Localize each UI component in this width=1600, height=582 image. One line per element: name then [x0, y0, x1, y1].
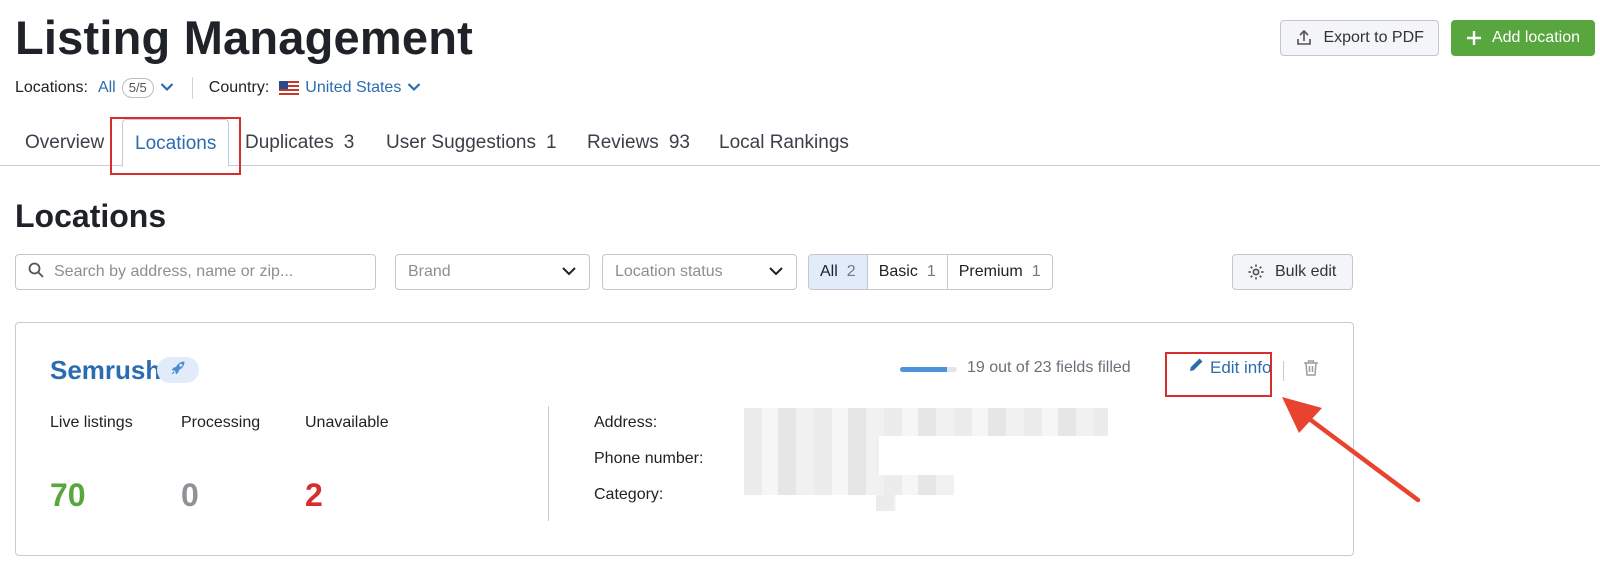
- tab-label: Overview: [25, 132, 105, 153]
- fields-filled-text: 19 out of 23 fields filled: [967, 359, 1131, 376]
- edit-info-button[interactable]: Edit info: [1188, 357, 1271, 378]
- brand-select[interactable]: Brand: [395, 254, 590, 290]
- stat-label-live-listings: Live listings: [50, 414, 133, 431]
- locations-filter-dropdown[interactable]: All 5/5: [98, 78, 174, 98]
- country-filter-dropdown[interactable]: United States: [279, 79, 421, 97]
- filter-separator: [191, 77, 193, 99]
- add-location-label: Add location: [1491, 29, 1580, 46]
- address-label: Address:: [594, 414, 658, 431]
- section-title: Locations: [15, 198, 167, 234]
- segment-count: 1: [926, 263, 936, 280]
- chevron-down-icon: [768, 263, 784, 281]
- segment-label: Premium: [958, 263, 1023, 280]
- search-input[interactable]: [54, 263, 354, 281]
- stat-label-processing: Processing: [181, 414, 261, 431]
- segment-basic[interactable]: Basic 1: [866, 255, 947, 289]
- tab-label: User Suggestions: [386, 132, 536, 153]
- chevron-down-icon: [407, 79, 421, 97]
- tab-count: 1: [545, 132, 557, 153]
- location-name-link[interactable]: Semrush: [50, 355, 161, 386]
- us-flag-icon: [279, 81, 300, 95]
- segment-count: 1: [1031, 263, 1041, 280]
- segment-premium[interactable]: Premium 1: [946, 255, 1052, 289]
- search-icon: [28, 262, 44, 283]
- location-status-placeholder: Location status: [615, 263, 723, 280]
- tab-overview[interactable]: Overview: [25, 119, 104, 166]
- chevron-down-icon: [160, 79, 174, 97]
- tab-label: Locations: [135, 133, 217, 154]
- export-pdf-button[interactable]: Export to PDF: [1280, 20, 1439, 56]
- phone-value-redacted: [744, 436, 879, 476]
- header-actions: Export to PDF Add location: [1280, 20, 1595, 56]
- rocket-icon: [170, 360, 186, 381]
- phone-label: Phone number:: [594, 450, 704, 467]
- plan-filter-segmented-control: All 2 Basic 1 Premium 1: [808, 254, 1053, 290]
- location-card: Semrush 19 out of 23 fields filled Edit …: [15, 322, 1354, 556]
- category-value-redacted: [744, 475, 954, 495]
- delete-button[interactable]: [1303, 359, 1319, 382]
- card-divider: [548, 406, 549, 521]
- tab-label: Local Rankings: [719, 132, 849, 153]
- tab-label: Reviews: [587, 132, 659, 153]
- brand-select-placeholder: Brand: [408, 263, 451, 280]
- stat-label-unavailable: Unavailable: [305, 414, 389, 431]
- category-label: Category:: [594, 486, 664, 503]
- category-value-redacted-tail: [876, 495, 896, 511]
- pencil-icon: [1188, 357, 1204, 378]
- segment-count: 2: [846, 263, 856, 280]
- tab-count: 93: [668, 132, 690, 153]
- fields-progress-fill: [900, 367, 948, 372]
- tab-reviews[interactable]: Reviews 93: [587, 119, 690, 166]
- locations-filter-label: Locations:: [15, 79, 88, 96]
- page-title: Listing Management: [15, 11, 473, 64]
- tab-local-rankings[interactable]: Local Rankings: [719, 119, 849, 166]
- export-icon: [1295, 29, 1313, 47]
- tab-duplicates[interactable]: Duplicates 3: [245, 119, 354, 166]
- tab-label: Duplicates: [245, 132, 334, 153]
- locations-filter-value: All: [97, 79, 116, 96]
- country-filter-value: United States: [305, 79, 402, 96]
- bulk-edit-button[interactable]: Bulk edit: [1232, 254, 1353, 290]
- tab-locations[interactable]: Locations: [122, 119, 230, 167]
- trash-icon: [1303, 360, 1319, 381]
- tab-count: 3: [343, 132, 355, 153]
- address-value-redacted: [744, 408, 1108, 436]
- edit-info-label: Edit info: [1210, 357, 1272, 377]
- search-box: [15, 254, 376, 290]
- fields-progress-bar: [900, 367, 957, 372]
- locations-count-badge: 5/5: [121, 78, 154, 98]
- export-pdf-label: Export to PDF: [1323, 29, 1424, 46]
- location-status-select[interactable]: Location status: [602, 254, 797, 290]
- segment-all[interactable]: All 2: [808, 255, 868, 289]
- stat-value-processing: 0: [181, 477, 199, 513]
- chevron-down-icon: [561, 263, 577, 281]
- filters-row: Locations: All 5/5 Country: United State…: [15, 77, 421, 99]
- tab-bar: Overview Locations Duplicates 3 User Sugg…: [0, 119, 1600, 167]
- bulk-edit-label: Bulk edit: [1275, 263, 1337, 280]
- actions-separator: [1283, 361, 1284, 381]
- country-filter-label: Country:: [208, 79, 270, 96]
- add-location-button[interactable]: Add location: [1450, 20, 1595, 56]
- segment-label: All: [820, 263, 838, 280]
- stat-value-unavailable: 2: [305, 477, 323, 513]
- segment-label: Basic: [878, 263, 918, 280]
- gear-icon: [1247, 263, 1265, 281]
- stat-value-live-listings: 70: [50, 477, 86, 513]
- premium-badge: [157, 357, 199, 383]
- tab-user-suggestions[interactable]: User Suggestions 1: [386, 119, 557, 166]
- plus-icon: [1466, 30, 1482, 46]
